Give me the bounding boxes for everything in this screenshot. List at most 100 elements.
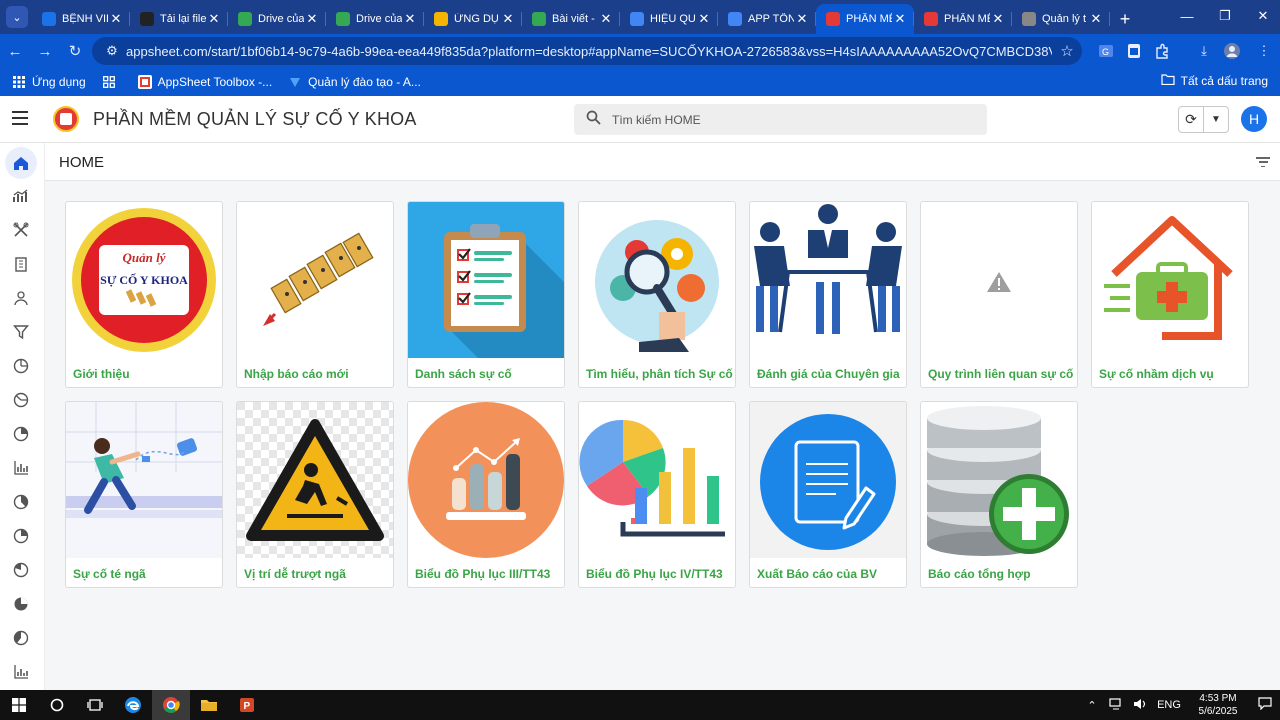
browser-tab[interactable]: APP TỔN ✕ (718, 4, 816, 34)
forward-button[interactable]: → (30, 36, 60, 66)
browser-tab[interactable]: PHẦN MỀ ✕ (816, 4, 914, 34)
chrome-icon[interactable] (152, 690, 190, 720)
nav-tools-icon[interactable] (5, 215, 37, 245)
browser-tab[interactable]: Quản lý t ✕ (1012, 4, 1110, 34)
nav-bar-chart-icon[interactable] (5, 453, 37, 483)
card-su-co-te-nga[interactable]: Sự cố té ngã (65, 401, 223, 588)
card-bao-cao-tong-hop[interactable]: Báo cáo tổng hợp (920, 401, 1078, 588)
bookmark-appsheet-toolbox[interactable]: AppSheet Toolbox -... (137, 75, 272, 89)
browser-tab[interactable]: HIỆU QU ✕ (620, 4, 718, 34)
language-indicator[interactable]: ENG (1152, 699, 1186, 711)
tab-favicon-icon (140, 12, 154, 26)
card-gioi-thieu[interactable]: Quản lý SỰ CỐ Y KHOA Giới thiệu (65, 201, 223, 388)
translate-extension-icon[interactable]: G (1096, 41, 1116, 61)
tab-search-button[interactable]: ⌄ (6, 6, 28, 28)
address-bar[interactable]: ⚙ appsheet.com/start/1bf06b14-9c79-4a6b-… (92, 37, 1082, 65)
bookmark-star-icon[interactable]: ☆ (1052, 42, 1082, 60)
database-plus-icon (921, 402, 1077, 558)
download-icon[interactable]: ⤓ (1194, 41, 1214, 61)
tab-close-icon[interactable]: ✕ (696, 11, 712, 27)
browser-tab[interactable]: Bài viết - ✕ (522, 4, 620, 34)
card-bieu-do-phu-luc-iii[interactable]: Biểu đồ Phụ lục III/TT43 (407, 401, 565, 588)
extensions-icon[interactable] (1152, 41, 1172, 61)
system-tray: ⌃ ENG 4:53 PM 5/6/2025 (1080, 690, 1280, 720)
nav-pie-chart-icon[interactable] (5, 419, 37, 449)
powerpoint-icon[interactable]: P (228, 690, 266, 720)
nav-building-icon[interactable] (5, 249, 37, 279)
svg-text:P: P (244, 701, 251, 712)
nav-pie-chart-icon[interactable] (5, 351, 37, 381)
tab-close-icon[interactable]: ✕ (598, 11, 614, 27)
tab-close-icon[interactable]: ✕ (402, 11, 418, 27)
edge-icon[interactable] (114, 690, 152, 720)
nav-pie-chart-icon[interactable] (5, 521, 37, 551)
sync-icon[interactable]: ⟳ (1179, 107, 1204, 132)
card-danh-gia-chuyen-gia[interactable]: Đánh giá của Chuyên gia (749, 201, 907, 388)
card-danh-sach-su-co[interactable]: Danh sách sự cố (407, 201, 565, 388)
tab-close-icon[interactable]: ✕ (990, 11, 1006, 27)
chevron-up-icon[interactable]: ⌃ (1080, 699, 1104, 712)
tab-favicon-icon (728, 12, 742, 26)
browser-tab[interactable]: Drive của ✕ (228, 4, 326, 34)
nav-analytics-icon[interactable] (5, 181, 37, 211)
appsheet-icon (137, 75, 152, 89)
nav-pie-chart-icon[interactable] (5, 623, 37, 653)
tab-close-icon[interactable]: ✕ (1088, 11, 1104, 27)
card-vi-tri-de-truot-nga[interactable]: Vị trí dễ trượt ngã (236, 401, 394, 588)
card-xuat-bao-cao-bv[interactable]: Xuất Báo cáo của BV (749, 401, 907, 588)
search-input[interactable] (612, 112, 952, 127)
nav-pie-chart-icon[interactable] (5, 385, 37, 415)
file-explorer-icon[interactable] (190, 690, 228, 720)
close-window-button[interactable]: ✕ (1240, 0, 1280, 32)
start-button[interactable] (0, 690, 38, 720)
nav-home-icon[interactable] (5, 147, 37, 179)
network-icon[interactable] (1104, 697, 1128, 713)
back-button[interactable]: ← (0, 36, 30, 66)
bookmark-grid-button[interactable] (102, 75, 122, 89)
all-bookmarks-button[interactable]: Tất cả dấu trang (1161, 74, 1268, 88)
browser-tab[interactable]: ỨNG DỤ ✕ (424, 4, 522, 34)
site-info-icon[interactable]: ⚙ (98, 43, 126, 59)
tab-close-icon[interactable]: ✕ (794, 11, 810, 27)
sync-dropdown-icon[interactable]: ▼ (1204, 107, 1228, 132)
browser-tab[interactable]: Tải lại file ✕ (130, 4, 228, 34)
tab-close-icon[interactable]: ✕ (500, 11, 516, 27)
card-su-co-nham-dich-vu[interactable]: Sự cố nhầm dịch vụ (1091, 201, 1249, 388)
bookmark-quan-ly-dao-tao[interactable]: Quản lý đào tạo - A... (288, 75, 421, 89)
browser-tab[interactable]: Drive của ✕ (326, 4, 424, 34)
card-nhap-bao-cao-moi[interactable]: Nhập báo cáo mới (236, 201, 394, 388)
volume-icon[interactable] (1128, 698, 1152, 713)
task-view-icon[interactable] (76, 690, 114, 720)
bookmark-apps[interactable]: Ứng dụng (12, 75, 86, 89)
search-taskbar-icon[interactable] (38, 690, 76, 720)
nav-pie-chart-icon[interactable] (5, 487, 37, 517)
card-label: Danh sách sự cố (415, 367, 512, 381)
notification-icon[interactable] (1250, 697, 1280, 713)
nav-pie-chart-icon[interactable] (5, 589, 37, 619)
nav-team-icon[interactable] (5, 283, 37, 313)
tab-close-icon[interactable]: ✕ (108, 11, 124, 27)
tab-close-icon[interactable]: ✕ (304, 11, 320, 27)
browser-tab[interactable]: BỆNH VIỆ✕ (32, 4, 130, 34)
nav-pie-chart-icon[interactable] (5, 555, 37, 585)
new-tab-button[interactable]: + (1110, 4, 1140, 34)
sync-control[interactable]: ⟳ ▼ (1178, 106, 1229, 133)
card-tim-hieu-phan-tich[interactable]: Tìm hiểu, phân tích Sự cố (578, 201, 736, 388)
nav-filter-icon[interactable] (5, 317, 37, 347)
card-bieu-do-phu-luc-iv[interactable]: Biểu đồ Phụ lục IV/TT43 (578, 401, 736, 588)
tab-close-icon[interactable]: ✕ (206, 11, 222, 27)
browser-tab[interactable]: PHẦN MỀ ✕ (914, 4, 1012, 34)
reload-button[interactable]: ↻ (60, 36, 90, 66)
tab-close-icon[interactable]: ✕ (892, 11, 908, 27)
browser-menu-icon[interactable]: ⋮ (1254, 41, 1274, 61)
clock[interactable]: 4:53 PM 5/6/2025 (1186, 692, 1250, 718)
search-box[interactable] (574, 104, 987, 135)
filter-sort-icon[interactable] (1256, 157, 1270, 167)
profile-icon[interactable] (1222, 41, 1242, 61)
user-avatar[interactable]: H (1241, 106, 1267, 132)
menu-icon[interactable] (12, 111, 28, 125)
card-quy-trinh-su-co[interactable]: Quy trình liên quan sự cố (920, 201, 1078, 388)
nav-bar-chart-icon[interactable] (5, 657, 37, 687)
sheets-extension-icon[interactable] (1124, 41, 1144, 61)
magnifier-gears-icon (579, 202, 735, 358)
